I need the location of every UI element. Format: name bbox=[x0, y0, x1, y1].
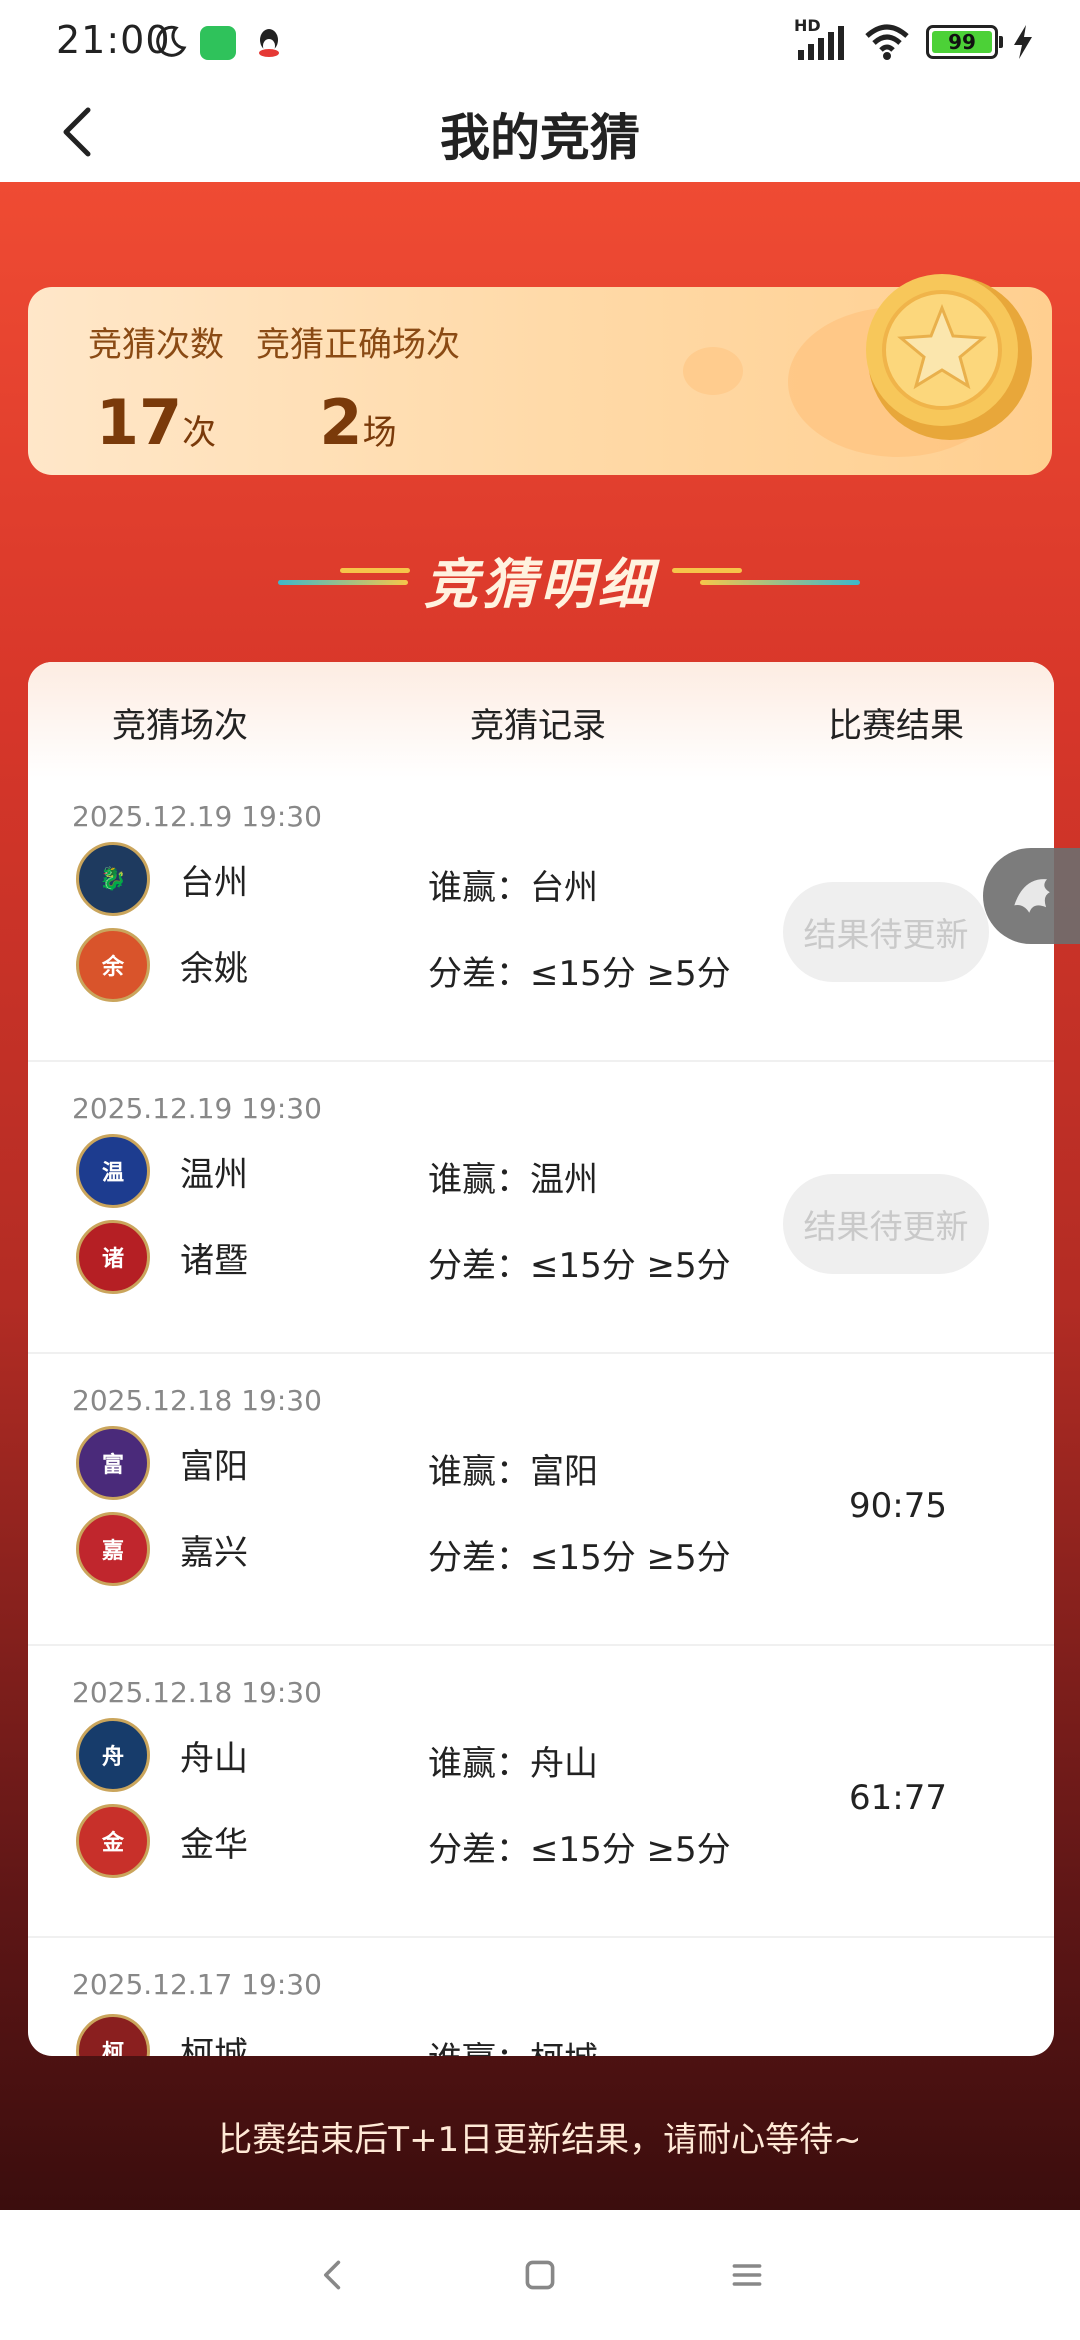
team-away: 诸 诸暨 bbox=[76, 1220, 248, 1294]
section-title-text: 竞猜明细 bbox=[424, 553, 656, 616]
pick-winner: 谁赢：台州 bbox=[428, 868, 598, 908]
team-name: 余姚 bbox=[180, 948, 248, 989]
title-deco-line bbox=[700, 580, 860, 585]
section-title: 竞猜明细 bbox=[0, 540, 1080, 619]
team-home: 🐉 台州 bbox=[76, 842, 248, 916]
team-name: 台州 bbox=[180, 862, 248, 903]
team-name: 嘉兴 bbox=[180, 1532, 248, 1573]
nav-back-icon bbox=[324, 2260, 341, 2290]
pick-winner: 谁赢：温州 bbox=[428, 1160, 598, 1200]
title-deco-line bbox=[278, 580, 408, 585]
team-home: 温 温州 bbox=[76, 1134, 248, 1208]
pick-margin: 分差：≤15分 ≥5分 bbox=[428, 1538, 731, 1578]
table-row[interactable]: 2025.12.19 19:30 温 温州 诸 诸暨 谁赢：温州 分差：≤15分… bbox=[28, 1062, 1054, 1354]
charging-icon bbox=[1014, 25, 1032, 59]
team-logo-icon: 嘉 bbox=[76, 1512, 150, 1586]
match-score: 61:77 bbox=[849, 1778, 947, 1818]
result-pending-badge: 结果待更新 bbox=[783, 1174, 989, 1274]
qq-icon bbox=[259, 29, 279, 57]
guess-count-value: 17次 bbox=[95, 386, 217, 459]
pick-margin: 分差：≤15分 ≥5分 bbox=[428, 954, 731, 994]
guess-detail-card: 竞猜场次 竞猜记录 比赛结果 2025.12.19 19:30 🐉 台州 余 余… bbox=[28, 662, 1054, 2056]
guess-count-label: 竞猜次数 bbox=[88, 325, 224, 365]
header-record: 竞猜记录 bbox=[470, 706, 606, 746]
team-name: 舟山 bbox=[180, 1738, 248, 1779]
team-name: 富阳 bbox=[180, 1446, 248, 1487]
network-type: HD bbox=[794, 16, 821, 35]
correct-count-stat: 竞猜正确场次 2场 bbox=[256, 317, 460, 459]
table-row[interactable]: 2025.12.17 19:30 柯 柯城 谁赢：柯城 bbox=[28, 1938, 1054, 2056]
guess-count-stat: 竞猜次数 17次 bbox=[88, 317, 224, 459]
team-logo-icon: 舟 bbox=[76, 1718, 150, 1792]
team-home: 柯 柯城 bbox=[76, 2014, 248, 2056]
team-name: 诸暨 bbox=[180, 1240, 248, 1281]
table-row[interactable]: 2025.12.18 19:30 富 富阳 嘉 嘉兴 谁赢：富阳 分差：≤15分… bbox=[28, 1354, 1054, 1646]
team-name: 金华 bbox=[180, 1824, 248, 1865]
gold-coin-icon bbox=[866, 274, 1032, 440]
nav-home-button[interactable] bbox=[515, 2250, 565, 2300]
correct-count-label: 竞猜正确场次 bbox=[256, 325, 460, 365]
team-home: 富 富阳 bbox=[76, 1426, 248, 1500]
system-nav-bar bbox=[0, 2210, 1080, 2340]
pick-winner: 谁赢：柯城 bbox=[428, 2032, 598, 2056]
team-home: 舟 舟山 bbox=[76, 1718, 248, 1792]
battery-icon: 99 bbox=[926, 25, 1003, 59]
nav-menu-icon bbox=[732, 2264, 762, 2286]
header-match: 竞猜场次 bbox=[112, 706, 248, 746]
page-title: 我的竞猜 bbox=[440, 109, 640, 167]
nav-menu-button[interactable] bbox=[722, 2250, 772, 2300]
signal-icon: HD bbox=[794, 16, 848, 62]
team-away: 嘉 嘉兴 bbox=[76, 1512, 248, 1586]
team-logo-icon: 余 bbox=[76, 928, 150, 1002]
match-date: 2025.12.17 19:30 bbox=[72, 1968, 322, 2001]
team-name: 温州 bbox=[180, 1154, 248, 1195]
team-name: 柯城 bbox=[180, 2034, 248, 2057]
status-bar: 21:00 HD 99 bbox=[0, 0, 1080, 88]
pick-winner: 谁赢：舟山 bbox=[428, 1744, 598, 1784]
nav-back-button[interactable] bbox=[308, 2250, 358, 2300]
battery-level: 99 bbox=[932, 31, 992, 53]
team-away: 余 余姚 bbox=[76, 928, 248, 1002]
team-logo-icon: 金 bbox=[76, 1804, 150, 1878]
match-score: 90:75 bbox=[849, 1486, 947, 1526]
match-date: 2025.12.19 19:30 bbox=[72, 1092, 322, 1125]
team-logo-icon: 诸 bbox=[76, 1220, 150, 1294]
decoration-blob bbox=[683, 347, 743, 395]
wifi-icon bbox=[865, 24, 909, 60]
floating-assistant-button[interactable] bbox=[983, 848, 1080, 944]
pick-margin: 分差：≤15分 ≥5分 bbox=[428, 1830, 731, 1870]
wechat-icon bbox=[200, 26, 236, 60]
match-date: 2025.12.18 19:30 bbox=[72, 1384, 322, 1417]
title-deco-line bbox=[672, 568, 742, 573]
correct-count-value: 2场 bbox=[319, 386, 397, 459]
pick-margin: 分差：≤15分 ≥5分 bbox=[428, 1246, 731, 1286]
title-deco-line bbox=[340, 568, 410, 573]
table-row[interactable]: 2025.12.19 19:30 🐉 台州 余 余姚 谁赢：台州 分差：≤15分… bbox=[28, 770, 1054, 1062]
team-logo-icon: 柯 bbox=[76, 2014, 150, 2056]
table-row[interactable]: 2025.12.18 19:30 舟 舟山 金 金华 谁赢：舟山 分差：≤15分… bbox=[28, 1646, 1054, 1938]
team-logo-icon: 🐉 bbox=[76, 842, 150, 916]
nav-home-icon bbox=[525, 2260, 555, 2290]
table-header: 竞猜场次 竞猜记录 比赛结果 bbox=[28, 662, 1054, 778]
header-result: 比赛结果 bbox=[828, 706, 964, 746]
team-away: 金 金华 bbox=[76, 1804, 248, 1878]
assistant-icon bbox=[1014, 879, 1050, 913]
team-logo-icon: 温 bbox=[76, 1134, 150, 1208]
team-logo-icon: 富 bbox=[76, 1426, 150, 1500]
moon-icon bbox=[156, 25, 187, 57]
result-pending-badge: 结果待更新 bbox=[783, 882, 989, 982]
footer-note: 比赛结束后T+1日更新结果，请耐心等待~ bbox=[218, 2120, 862, 2160]
match-date: 2025.12.19 19:30 bbox=[72, 800, 322, 833]
pick-winner: 谁赢：富阳 bbox=[428, 1452, 598, 1492]
match-date: 2025.12.18 19:30 bbox=[72, 1676, 322, 1709]
app-header: 我的竞猜 bbox=[0, 88, 1080, 182]
